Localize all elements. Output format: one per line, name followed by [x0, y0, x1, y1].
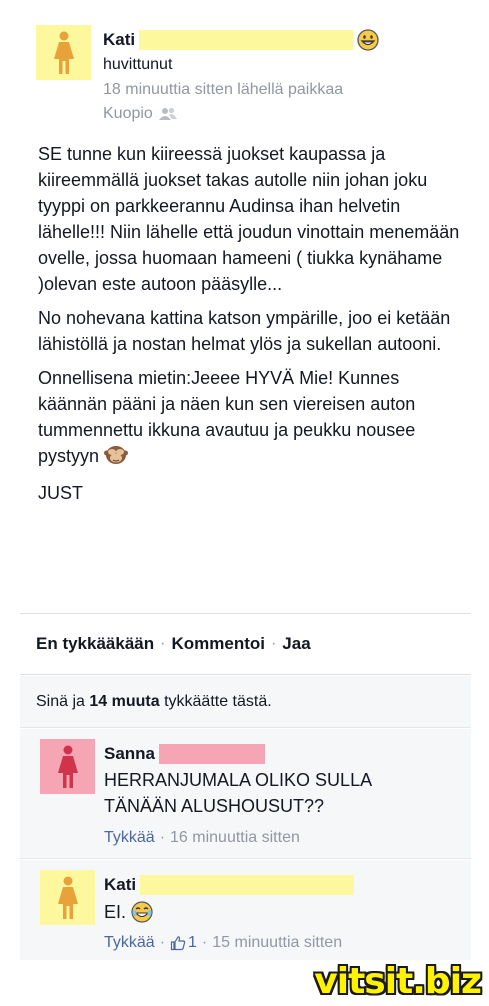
comment-author-row: Kati: [104, 874, 355, 896]
female-silhouette-icon: [53, 31, 74, 74]
comment: Kati EI. Tykkää · 1 · 15 minuuttia sitte…: [20, 860, 471, 960]
tears-of-joy-icon: [131, 901, 153, 923]
comment-like-button[interactable]: Tykkää: [104, 829, 155, 847]
comment-timestamp[interactable]: 15 minuuttia sitten: [212, 934, 342, 952]
post-timestamp[interactable]: 18 minuuttia sitten lähellä paikkaa: [103, 80, 343, 100]
separator-dot: ·: [160, 635, 166, 652]
comment-like-button[interactable]: Tykkää: [104, 934, 155, 952]
comment-author-row: Sanna: [104, 743, 266, 765]
see-no-evil-monkey-icon: [104, 443, 129, 472]
likes-summary[interactable]: Sinä ja 14 muuta tykkäätte tästä.: [20, 676, 471, 728]
comment-button[interactable]: Kommentoi: [171, 634, 265, 654]
location-name[interactable]: Kuopio: [103, 104, 153, 124]
comment-author[interactable]: Kati: [104, 875, 136, 895]
like-count-number: 1: [188, 934, 197, 951]
likes-count[interactable]: 14 muuta: [89, 693, 159, 711]
post-actions-bar: En tykkääkään · Kommentoi · Jaa: [20, 613, 471, 675]
separator-dot: ·: [159, 829, 166, 846]
name-censor-bar: [140, 875, 355, 895]
likes-prefix: Sinä ja: [36, 692, 85, 710]
avatar[interactable]: [40, 870, 95, 925]
post-paragraph-text: Onnellisena mietin:Jeeee HYVÄ Mie! Kunne…: [38, 368, 416, 466]
comment-like-count[interactable]: 1: [170, 934, 197, 952]
female-silhouette-icon: [57, 745, 78, 788]
comment-meta: Tykkää · 1 · 15 minuuttia sitten: [104, 934, 342, 952]
female-silhouette-icon: [57, 876, 78, 919]
comment-meta: Tykkää · 16 minuuttia sitten: [104, 829, 300, 847]
friends-icon: [158, 107, 177, 121]
comment-text: EI.: [104, 902, 127, 922]
comment-timestamp[interactable]: 16 minuuttia sitten: [170, 829, 300, 847]
post-paragraph: SE tunne kun kiireessä juokset kaupassa …: [38, 144, 460, 294]
post-author-row: Kati: [103, 29, 379, 51]
post-paragraph: JUST: [38, 483, 83, 503]
post-body: SE tunne kun kiireessä juokset kaupassa …: [38, 141, 468, 514]
likes-suffix: tykkäätte tästä.: [164, 692, 272, 710]
separator-dot: ·: [270, 635, 277, 652]
name-censor-bar: [159, 744, 266, 764]
separator-dot: ·: [159, 934, 166, 951]
unlike-button[interactable]: En tykkääkään: [36, 634, 154, 654]
comment: Sanna HERRANJUMALA OLIKO SULLA TÄNÄÄN AL…: [20, 729, 471, 859]
post-location: Kuopio: [103, 104, 177, 124]
grinning-face-icon: [357, 29, 379, 51]
post-author-name[interactable]: Kati: [103, 30, 135, 50]
watermark-logo: vitsit.biz: [314, 961, 482, 1002]
post-paragraph: Onnellisena mietin:Jeeee HYVÄ Mie! Kunne…: [38, 365, 468, 472]
avatar[interactable]: [36, 25, 91, 80]
share-button[interactable]: Jaa: [282, 634, 310, 654]
avatar[interactable]: [40, 739, 95, 794]
name-censor-bar: [139, 30, 354, 50]
separator-dot: ·: [201, 934, 208, 951]
post-paragraph: No nohevana kattina katson ympärille, jo…: [38, 308, 451, 354]
post-card: Kati huvittunut 18 minuuttia sitten lähe…: [20, 0, 471, 612]
thumbs-up-icon: [170, 936, 186, 951]
comment-author[interactable]: Sanna: [104, 744, 155, 764]
feeling-status: huvittunut: [103, 56, 173, 73]
comment-text-row: EI.: [104, 899, 153, 925]
comment-text: HERRANJUMALA OLIKO SULLA TÄNÄÄN ALUSHOUS…: [104, 770, 372, 816]
